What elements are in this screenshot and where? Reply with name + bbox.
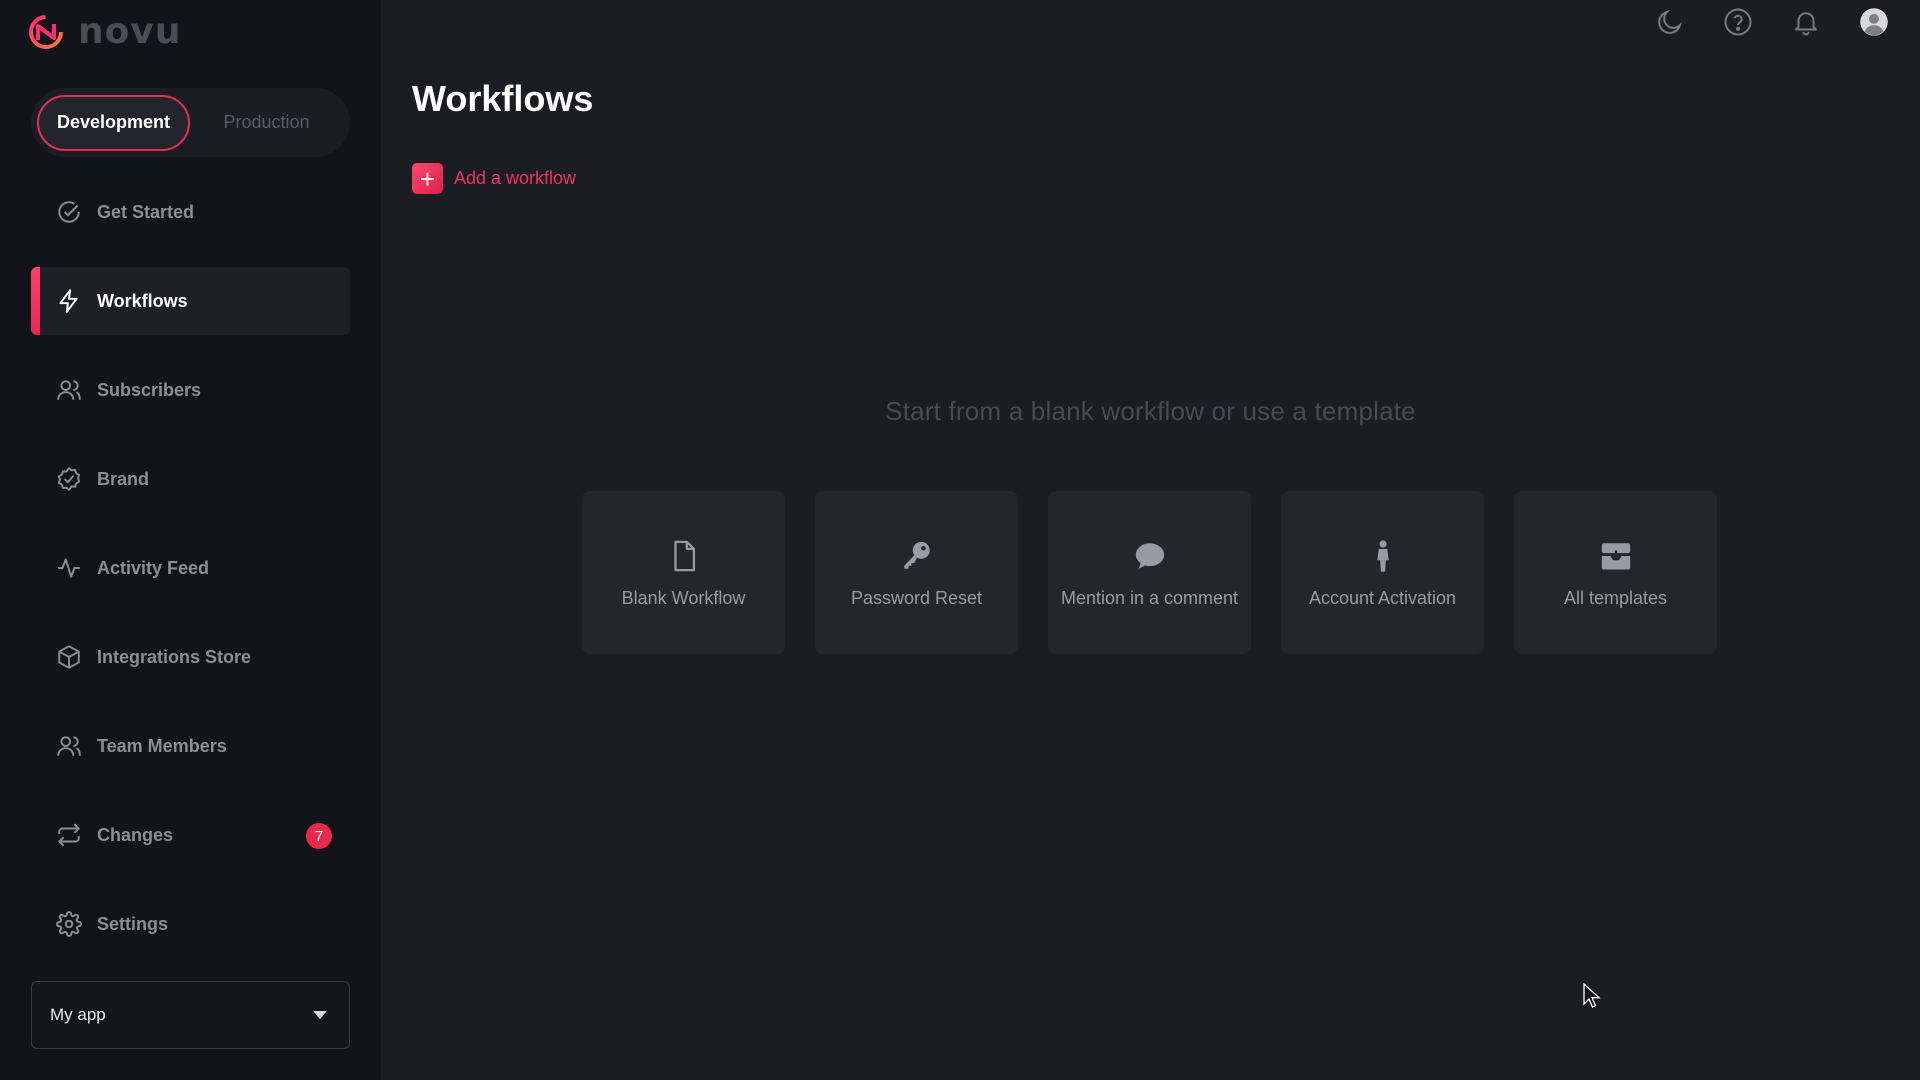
comment-icon: [1132, 536, 1168, 576]
sidebar-item-label: Changes: [97, 824, 174, 845]
sidebar: novu Development Production Get Started …: [0, 0, 381, 1080]
main-content: Workflows + Add a workflow Start from a …: [381, 0, 1920, 1080]
sidebar-item-integrations-store[interactable]: Integrations Store: [31, 623, 350, 691]
env-production-button[interactable]: Production: [190, 95, 343, 151]
bolt-icon: [55, 287, 83, 315]
brand-name: novu: [78, 11, 182, 52]
check-circle-icon: [55, 198, 83, 226]
template-card-account-activation[interactable]: Account Activation: [1281, 491, 1484, 654]
badge-check-icon: [55, 465, 83, 493]
person-icon: [1365, 536, 1401, 576]
app-select-value: My app: [50, 1005, 106, 1024]
sidebar-item-label: Subscribers: [97, 379, 202, 400]
sidebar-item-label: Get Started: [97, 201, 195, 222]
sidebar-item-activity-feed[interactable]: Activity Feed: [31, 534, 350, 602]
sidebar-item-team-members[interactable]: Team Members: [31, 712, 350, 780]
template-label: All templates: [1563, 588, 1668, 608]
sidebar-item-subscribers[interactable]: Subscribers: [31, 356, 350, 424]
template-card-all-templates[interactable]: All templates: [1514, 491, 1717, 654]
mouse-cursor-icon: [1583, 983, 1601, 1008]
template-label: Password Reset: [850, 588, 983, 608]
sidebar-item-label: Activity Feed: [97, 557, 210, 578]
sidebar-item-changes[interactable]: Changes 7: [31, 801, 350, 869]
users-icon: [55, 376, 83, 404]
caret-down-icon: [313, 1011, 327, 1019]
env-development-button[interactable]: Development: [37, 94, 190, 151]
sidebar-item-brand[interactable]: Brand: [31, 445, 350, 513]
team-icon: [55, 732, 83, 760]
changes-count-badge: 7: [306, 823, 332, 849]
sidebar-item-label: Brand: [97, 468, 150, 489]
add-workflow-label: Add a workflow: [454, 168, 577, 188]
app-root: novu Development Production Get Started …: [0, 0, 1920, 1080]
sidebar-item-settings[interactable]: Settings: [31, 890, 350, 958]
sidebar-item-label: Integrations Store: [97, 646, 252, 667]
key-icon: [899, 536, 935, 576]
template-card-password-reset[interactable]: Password Reset: [815, 491, 1018, 654]
novu-logo-icon: [29, 15, 63, 49]
moon-icon[interactable]: [1654, 6, 1686, 38]
help-icon[interactable]: [1722, 6, 1754, 38]
bell-icon[interactable]: [1790, 6, 1822, 38]
sidebar-item-get-started[interactable]: Get Started: [31, 178, 350, 246]
sidebar-nav: Get Started Workflows Subscribers Brand: [31, 178, 350, 979]
page-title: Workflows: [412, 78, 594, 119]
sidebar-item-label: Workflows: [97, 290, 188, 311]
template-label: Mention in a comment: [1060, 588, 1239, 608]
empty-state-hint: Start from a blank workflow or use a tem…: [885, 396, 1416, 426]
template-card-mention-in-a-comment[interactable]: Mention in a comment: [1048, 491, 1251, 654]
sidebar-item-workflows[interactable]: Workflows: [31, 267, 350, 335]
environment-switch: Development Production: [31, 88, 350, 157]
template-card-blank-workflow[interactable]: Blank Workflow: [582, 491, 785, 654]
template-list: Blank Workflow Password Reset Mention in…: [582, 491, 1717, 654]
app-select[interactable]: My app: [31, 981, 350, 1049]
templates-icon: [1598, 536, 1634, 576]
template-label: Account Activation: [1308, 588, 1457, 608]
avatar-icon[interactable]: [1858, 6, 1890, 38]
plus-icon: +: [412, 163, 443, 194]
gear-icon: [55, 910, 83, 938]
add-workflow-button[interactable]: + Add a workflow: [412, 163, 576, 194]
logo[interactable]: novu: [28, 14, 181, 50]
sidebar-item-label: Settings: [97, 913, 169, 934]
box-icon: [55, 643, 83, 671]
topbar: [1654, 6, 1890, 38]
file-icon: [666, 536, 702, 576]
activity-icon: [55, 554, 83, 582]
sidebar-item-label: Team Members: [97, 735, 227, 756]
sync-icon: [55, 821, 83, 849]
template-label: Blank Workflow: [621, 588, 746, 608]
